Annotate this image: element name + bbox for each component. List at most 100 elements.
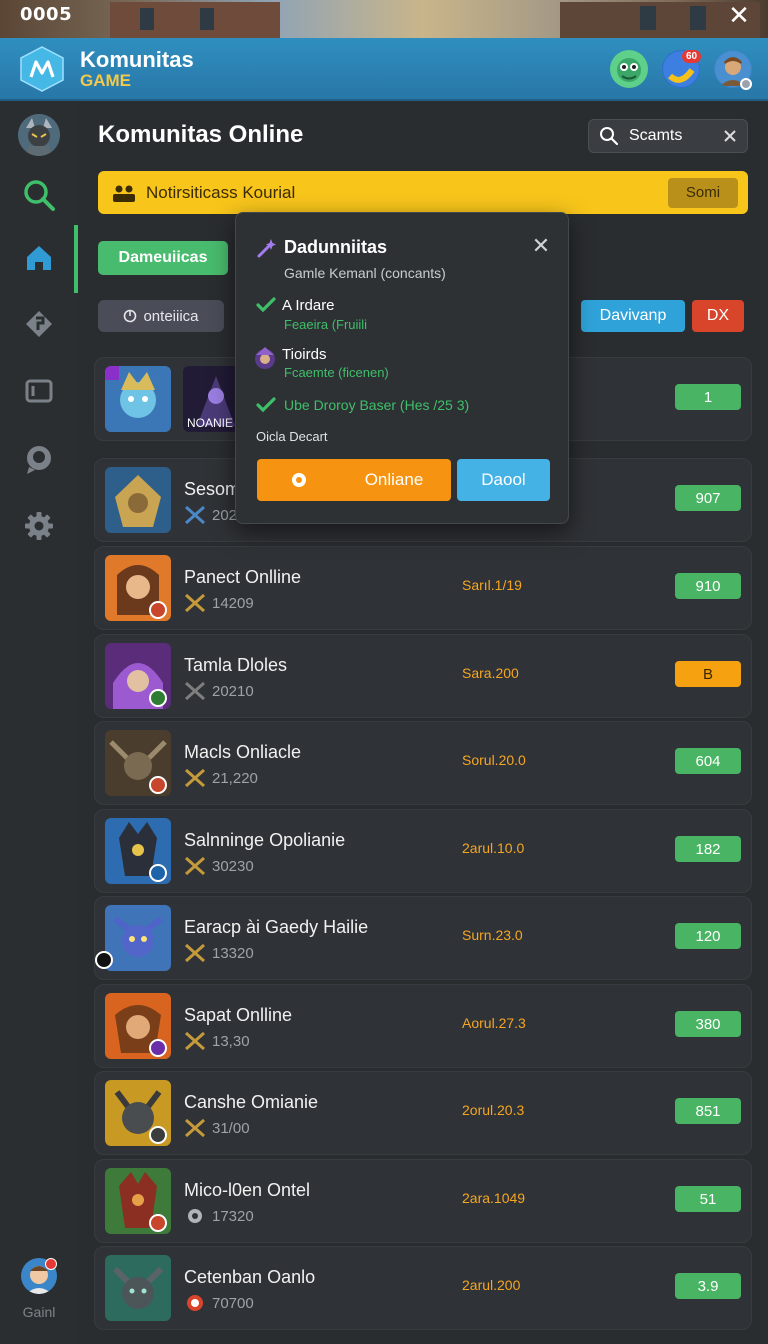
- user-label: Gainl: [22, 1304, 56, 1320]
- game-meta: 30230: [184, 856, 254, 876]
- game-meta-value: 14209: [212, 594, 254, 612]
- game-rank-badge: [149, 1126, 167, 1144]
- game-rank-badge: [149, 1214, 167, 1232]
- power-icon: [124, 309, 137, 323]
- close-window-button[interactable]: ✕: [726, 2, 752, 28]
- game-row[interactable]: Panect Onlline 14209 Sarıl.1/19 910: [94, 546, 752, 630]
- game-row[interactable]: Cetenban Oanlo 70700 2arul.200 3.9: [94, 1246, 752, 1330]
- swords-icon: [185, 768, 205, 788]
- game-row[interactable]: Mico-l0en Ontel 17320 2ara.1049 51: [94, 1159, 752, 1243]
- popup-note: Oicla Decart: [256, 429, 328, 444]
- game-status: Aorul.27.3: [462, 1015, 526, 1031]
- player-count-badge: 910: [675, 573, 741, 599]
- clear-search-icon[interactable]: [723, 129, 737, 143]
- check-icon: [256, 397, 276, 413]
- notice-action-button[interactable]: Somi: [668, 177, 738, 208]
- game-status: 2ara.1049: [462, 1190, 526, 1206]
- secondary-popup-button[interactable]: Daool: [457, 459, 550, 501]
- game-title: Canshe Omianie: [184, 1092, 319, 1112]
- player-count-badge: 51: [675, 1186, 741, 1212]
- notice-banner: Notirsiticass Kourial Somi: [98, 171, 748, 214]
- popup-title: Dadunniitas: [284, 237, 388, 257]
- building-silhouette: [110, 2, 280, 38]
- popup-item-title: Tioirds: [282, 346, 327, 363]
- player-count-badge: 182: [675, 836, 741, 862]
- game-thumbnail: [105, 905, 171, 971]
- sidebar: Gainl: [0, 101, 78, 1344]
- game-status: 2orul.20.3: [462, 1102, 525, 1118]
- game-rank-badge: [95, 951, 113, 969]
- tag-icon[interactable]: [20, 305, 58, 343]
- game-meta: 13320: [184, 943, 254, 963]
- game-meta-value: 70700: [212, 1294, 254, 1312]
- filter-chip[interactable]: onteiiica: [98, 300, 224, 332]
- search-icon[interactable]: [20, 176, 58, 214]
- primary-filter-button[interactable]: Davivanp: [581, 300, 685, 332]
- player-count-badge: 907: [675, 485, 741, 511]
- player-count-badge: 380: [675, 1011, 741, 1037]
- game-status: Sorul.20.0: [462, 752, 526, 768]
- window-icon[interactable]: [20, 372, 58, 410]
- search-field[interactable]: Scamts: [588, 119, 748, 153]
- building-window: [640, 6, 656, 30]
- popup-subtitle: Gamle Kemanl (concants): [284, 265, 446, 281]
- player-count-badge: 120: [675, 923, 741, 949]
- game-row[interactable]: Earacp ài Gaedy Hailie 13320 Surn.23.0 1…: [94, 896, 752, 980]
- swords-icon: [185, 1031, 205, 1051]
- game-rank-badge: [149, 601, 167, 619]
- popup-item-title: A Irdare: [282, 297, 335, 314]
- app-header: Komunitas GAME 60: [0, 38, 768, 101]
- online-status-dot: [740, 78, 752, 90]
- player-count-badge: 604: [675, 748, 741, 774]
- game-status: Sara.200: [462, 665, 519, 681]
- player-count-badge: B: [675, 661, 741, 687]
- game-row[interactable]: Canshe Omianie 31/00 2orul.20.3 851: [94, 1071, 752, 1155]
- game-meta-value: 30230: [212, 857, 254, 875]
- community-popup: Dadunniitas ✕ Gamle Kemanl (concants) A …: [235, 212, 569, 524]
- check-icon: [256, 297, 276, 313]
- magic-wand-icon: [257, 239, 276, 258]
- game-rank-badge: [149, 1039, 167, 1057]
- monster-avatar-icon[interactable]: [610, 50, 648, 88]
- player-count-badge: 1: [675, 384, 741, 410]
- game-row[interactable]: Salnninge Opolianie 30230 2arul.10.0 182: [94, 809, 752, 893]
- game-meta: 17320: [184, 1206, 254, 1226]
- game-rank-badge: [149, 776, 167, 794]
- game-status: 2arul.200: [462, 1277, 521, 1293]
- top-photo-strip: 0005 ✕: [0, 0, 768, 38]
- popup-close-button[interactable]: ✕: [530, 235, 552, 257]
- game-row[interactable]: Macls Onliacle 21,220 Sorul.20.0 604: [94, 721, 752, 805]
- game-title: Mico-l0en Ontel: [184, 1180, 311, 1200]
- target-icon: [187, 1295, 203, 1311]
- gear-icon[interactable]: [20, 507, 58, 545]
- notice-text: Notirsiticass Kourial: [146, 182, 296, 202]
- game-meta-value: 31/00: [212, 1119, 250, 1137]
- warrior-avatar-icon[interactable]: [18, 114, 60, 156]
- game-title: Panect Onlline: [184, 567, 302, 587]
- tab-active[interactable]: Dameuiicas: [98, 241, 228, 275]
- notification-count-badge: 60: [682, 50, 702, 63]
- app-subtitle: GAME: [80, 71, 131, 90]
- search-value[interactable]: Scamts: [629, 127, 723, 145]
- clock-text: 0005: [20, 4, 73, 25]
- game-title: Macls Onliacle: [184, 742, 302, 762]
- game-row[interactable]: Tamla Dloles 20210 Sara.200 B: [94, 634, 752, 718]
- chat-icon[interactable]: [20, 440, 58, 478]
- online-button[interactable]: Onliane: [257, 459, 451, 501]
- home-icon[interactable]: [20, 239, 58, 277]
- swords-icon: [185, 856, 205, 876]
- swords-icon: [185, 1118, 205, 1138]
- player-count-badge: 3.9: [675, 1273, 741, 1299]
- game-row[interactable]: Sapat Onlline 13,30 Aorul.27.3 380: [94, 984, 752, 1068]
- game-title: Salnninge Opolianie: [184, 830, 346, 850]
- filter-chip-label: onteiiica: [143, 307, 199, 325]
- game-meta: 20210: [184, 681, 254, 701]
- dismiss-button[interactable]: DX: [692, 300, 744, 332]
- thumbnail-label: NOANIE: [187, 416, 234, 430]
- game-title: Cetenban Oanlo: [184, 1267, 316, 1287]
- building-window: [200, 8, 214, 30]
- app-logo-icon: [20, 46, 64, 92]
- building-window: [690, 6, 706, 30]
- game-title: Sesom: [184, 479, 241, 499]
- game-meta-value: 21,220: [212, 769, 258, 787]
